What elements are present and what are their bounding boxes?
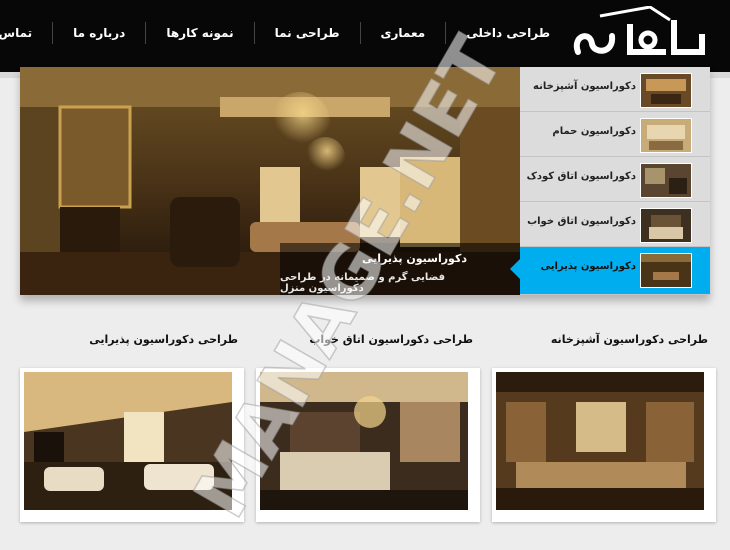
thumb-item-bedroom[interactable]: دکوراسیون اتاق خواب xyxy=(520,202,710,247)
thumb-image xyxy=(640,208,692,243)
active-pointer xyxy=(510,259,520,279)
thumb-image xyxy=(640,73,692,108)
thumb-label: دکوراسیون پذیرایی xyxy=(540,261,636,272)
nav-item-interior-design[interactable]: طراحی داخلی xyxy=(446,26,550,40)
thumb-item-kitchen[interactable]: دکوراسیون آشپزخانه xyxy=(520,67,710,112)
thumb-label: دکوراسیون آشپزخانه xyxy=(533,81,636,92)
thumb-item-living-room[interactable]: دکوراسیون پذیرایی xyxy=(510,247,710,295)
thumb-item-bathroom[interactable]: دکوراسیون حمام xyxy=(520,112,710,157)
card-image xyxy=(496,372,704,510)
main-nav: طراحی داخلی معماری طراحی نما نمونه کارها… xyxy=(0,0,550,66)
slide-caption: دکوراسیون پذیرایی فضایی گرم و صمیمانه در… xyxy=(280,243,522,295)
slide-caption-title: دکوراسیون پذیرایی xyxy=(362,252,467,265)
thumb-image xyxy=(640,253,692,288)
section-title-kitchen[interactable]: طراحی دکوراسیون آشپزخانه xyxy=(551,333,708,346)
nav-item-contact[interactable]: تماس با ما xyxy=(0,26,52,40)
card-image xyxy=(24,372,232,510)
thumb-label: دکوراسیون اتاق خواب xyxy=(527,216,636,227)
thumb-image xyxy=(640,163,692,198)
section-title-bedroom[interactable]: طراحی دکوراسیون اتاق خواب xyxy=(309,333,473,346)
card-kitchen[interactable] xyxy=(492,368,716,522)
thumb-image xyxy=(640,118,692,153)
section-title-living[interactable]: طراحی دکوراسیون پذیرایی xyxy=(89,333,238,346)
card-bedroom[interactable] xyxy=(256,368,480,522)
thumb-label: دکوراسیون حمام xyxy=(552,126,636,137)
nav-item-portfolio[interactable]: نمونه کارها xyxy=(146,26,253,40)
card-image xyxy=(260,372,468,510)
card-living-room[interactable] xyxy=(20,368,244,522)
nav-item-facade-design[interactable]: طراحی نما xyxy=(255,26,360,40)
thumb-label: دکوراسیون اتاق کودک xyxy=(526,171,636,182)
thumb-item-kids-room[interactable]: دکوراسیون اتاق کودک xyxy=(520,157,710,202)
nav-item-architecture[interactable]: معماری xyxy=(361,26,446,40)
slide-caption-subtitle: فضایی گرم و صمیمانه در طراحی دکوراسیون م… xyxy=(280,272,446,294)
site-logo[interactable] xyxy=(570,6,710,62)
nav-item-about[interactable]: درباره ما xyxy=(53,26,145,40)
slider-thumb-list: دکوراسیون آشپزخانه دکوراسیون حمام دکوراس… xyxy=(510,67,710,295)
